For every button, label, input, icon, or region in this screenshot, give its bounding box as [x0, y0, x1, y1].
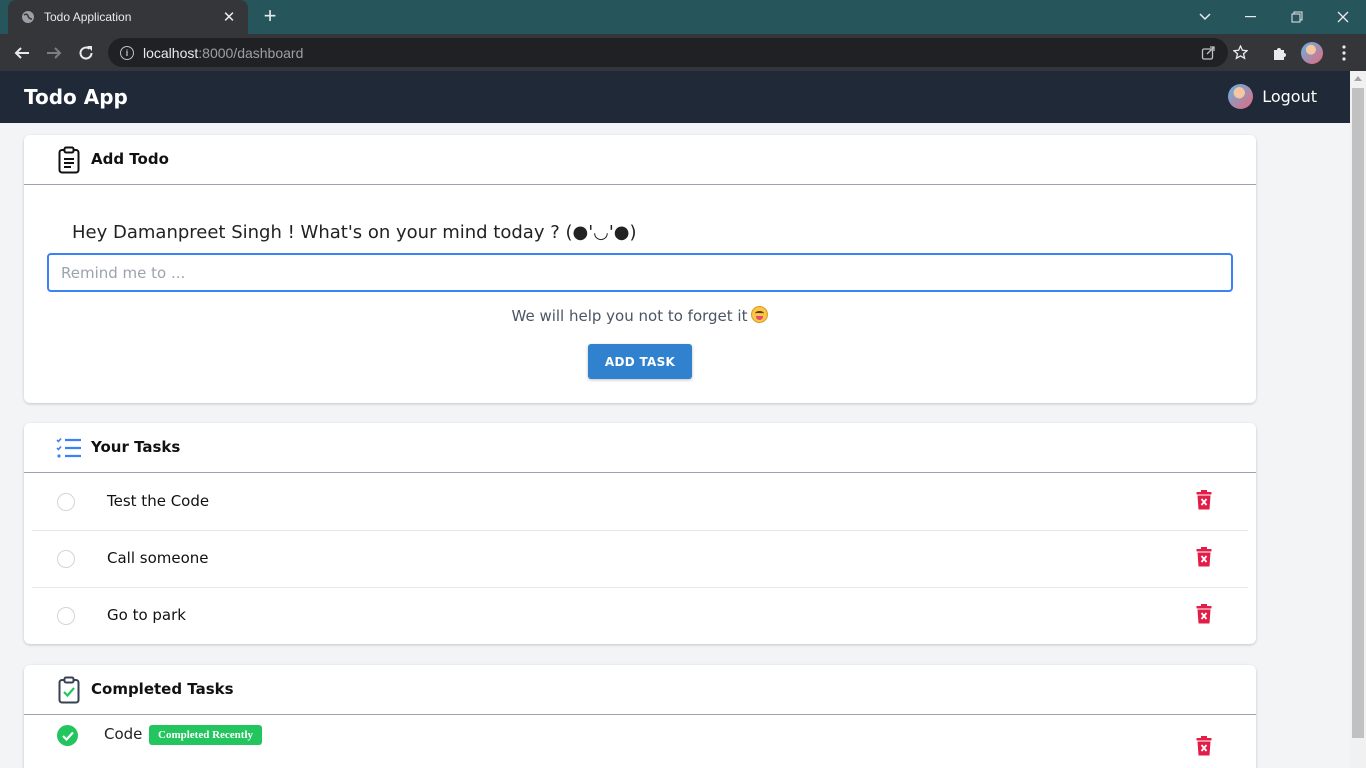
scrollbar-thumb[interactable] — [1352, 88, 1364, 738]
share-icon[interactable] — [1194, 38, 1222, 67]
task-checkbox[interactable] — [57, 550, 75, 568]
tab-title: Todo Application — [44, 10, 132, 24]
task-row: Go to park — [32, 588, 1248, 645]
tab-close-icon[interactable]: ✕ — [220, 8, 238, 26]
completed-task-text: Code — [104, 725, 143, 743]
add-todo-title: Add Todo — [91, 150, 169, 168]
completed-tasks-title: Completed Tasks — [91, 680, 234, 698]
greeting-text: Hey Damanpreet Singh ! What's on your mi… — [72, 222, 637, 243]
logout-label: Logout — [1262, 87, 1317, 106]
your-tasks-header: Your Tasks — [24, 423, 1256, 473]
completed-tasks-card: Completed Tasks Code Completed Recently — [24, 665, 1256, 768]
user-avatar — [1228, 84, 1254, 109]
clipboard-list-icon — [56, 145, 82, 175]
extensions-puzzle-icon[interactable] — [1266, 40, 1292, 66]
completed-tasks-header: Completed Tasks — [24, 665, 1256, 715]
delete-trash-icon[interactable] — [1196, 547, 1214, 569]
profile-avatar[interactable] — [1299, 40, 1325, 66]
new-tab-button[interactable]: + — [258, 5, 282, 29]
browser-toolbar: i localhost:8000/dashboard — [0, 34, 1366, 71]
bookmark-star-icon[interactable] — [1226, 38, 1254, 67]
add-task-button[interactable]: ADD TASK — [588, 344, 692, 379]
grinning-emoji-icon — [751, 306, 769, 323]
reload-icon[interactable] — [73, 40, 99, 66]
add-todo-header: Add Todo — [24, 135, 1256, 185]
task-list-icon — [56, 433, 82, 463]
tab-search-chevron-icon[interactable] — [1182, 0, 1228, 34]
clipboard-check-icon — [56, 675, 82, 705]
task-checkbox[interactable] — [57, 607, 75, 625]
task-checkbox[interactable] — [57, 493, 75, 511]
task-text: Test the Code — [107, 492, 210, 510]
browser-tabstrip: Todo Application ✕ + — [0, 0, 1366, 34]
your-tasks-title: Your Tasks — [91, 438, 181, 456]
task-row: Call someone — [32, 531, 1248, 588]
close-window-icon[interactable] — [1320, 0, 1366, 34]
browser-menu-icon[interactable] — [1331, 40, 1357, 66]
restore-icon[interactable] — [1274, 0, 1320, 34]
logout-link[interactable]: Logout — [1228, 84, 1317, 109]
page-viewport: Todo App Logout Add Todo Hey Damanpreet … — [0, 71, 1350, 768]
task-text: Go to park — [107, 606, 186, 624]
completed-check-icon[interactable] — [57, 725, 78, 746]
delete-trash-icon[interactable] — [1196, 736, 1214, 758]
completed-recently-badge: Completed Recently — [149, 725, 263, 745]
helper-text: We will help you not to forget it — [24, 306, 1256, 325]
todo-input[interactable] — [47, 253, 1233, 292]
browser-tab[interactable]: Todo Application ✕ — [8, 0, 248, 34]
brand-title[interactable]: Todo App — [24, 85, 128, 109]
forward-arrow-icon[interactable] — [41, 40, 67, 66]
minimize-icon[interactable] — [1228, 0, 1274, 34]
add-todo-card: Add Todo Hey Damanpreet Singh ! What's o… — [24, 135, 1256, 403]
delete-trash-icon[interactable] — [1196, 490, 1214, 512]
address-bar[interactable]: i localhost:8000/dashboard — [108, 38, 1248, 67]
site-info-icon[interactable]: i — [120, 45, 134, 60]
your-tasks-card: Your Tasks Test the Code Call someone Go… — [24, 423, 1256, 644]
task-text: Call someone — [107, 549, 209, 567]
app-navbar: Todo App Logout — [0, 71, 1350, 123]
back-arrow-icon[interactable] — [9, 40, 35, 66]
scroll-up-icon[interactable] — [1354, 76, 1362, 81]
vertical-scrollbar[interactable] — [1350, 71, 1366, 768]
task-row: Test the Code — [32, 474, 1248, 531]
globe-icon — [20, 9, 36, 25]
url-text: localhost:8000/dashboard — [143, 44, 304, 61]
delete-trash-icon[interactable] — [1196, 604, 1214, 626]
